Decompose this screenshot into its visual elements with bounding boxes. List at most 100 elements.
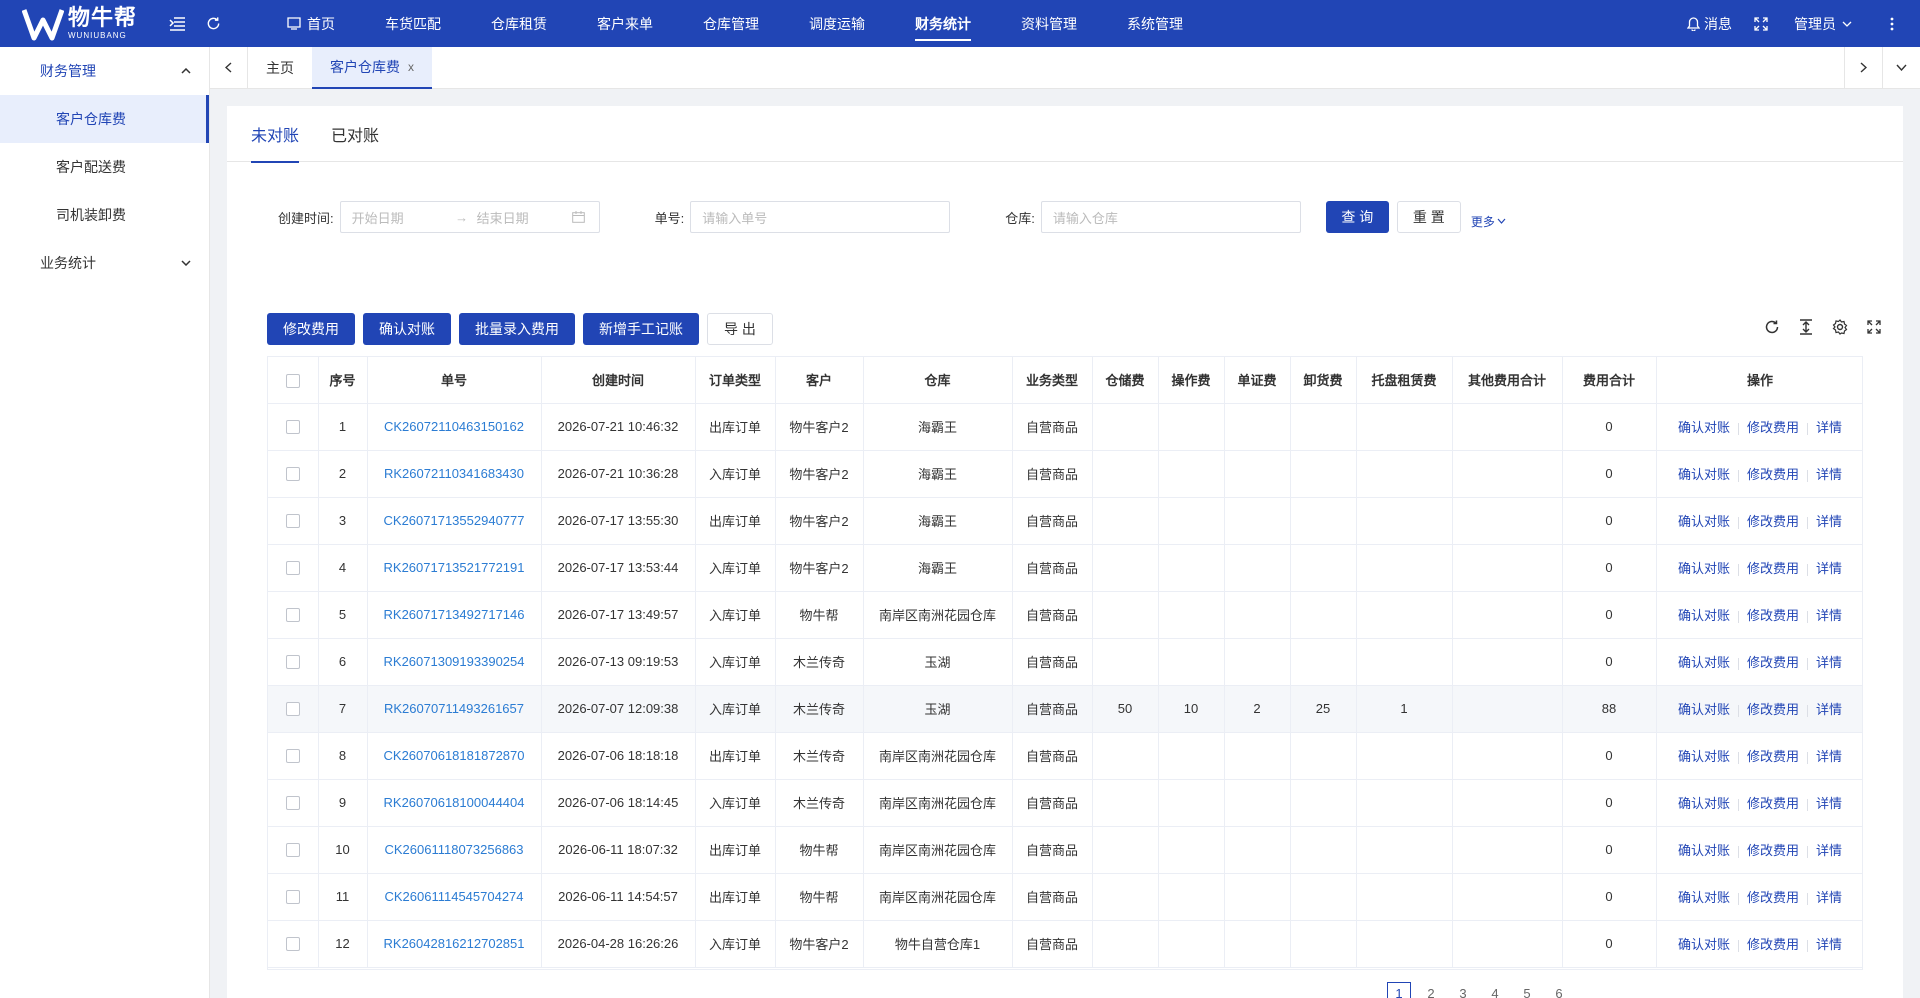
close-icon[interactable]: x xyxy=(408,60,414,74)
row-checkbox[interactable] xyxy=(285,702,300,717)
details-link[interactable]: 详情 xyxy=(1816,420,1842,435)
tab-reconciled[interactable]: 已对账 xyxy=(331,106,379,162)
warehouse-input[interactable]: 请输入仓库 xyxy=(1040,201,1301,233)
details-link[interactable]: 详情 xyxy=(1816,514,1842,529)
user-menu[interactable]: 管理员 xyxy=(1794,14,1856,34)
confirm-reconcile-link[interactable]: 确认对账 xyxy=(1678,655,1730,670)
confirm-reconcile-link[interactable]: 确认对账 xyxy=(1678,514,1730,529)
modify-fee-button[interactable]: 修改费用 xyxy=(267,313,355,345)
tab-home[interactable]: 主页 xyxy=(248,47,312,89)
messages-button[interactable]: 消息 xyxy=(1687,14,1732,34)
details-link[interactable]: 详情 xyxy=(1816,749,1842,764)
table-row[interactable]: 12 RK26042816212702851 2026-04-28 16:26:26… xyxy=(268,920,1862,968)
nav-item-7[interactable]: 资料管理 xyxy=(996,0,1102,47)
confirm-reconcile-link[interactable]: 确认对账 xyxy=(1678,796,1730,811)
row-checkbox[interactable] xyxy=(285,655,300,670)
sidebar-group-finance[interactable]: 财务管理 xyxy=(0,47,209,95)
nav-item-4[interactable]: 仓库管理 xyxy=(678,0,784,47)
page-number[interactable]: 2 xyxy=(1419,982,1443,998)
page-number[interactable]: 6 xyxy=(1547,982,1571,998)
row-checkbox[interactable] xyxy=(285,467,300,482)
modify-fee-link[interactable]: 修改费用 xyxy=(1747,655,1799,670)
order-no-link[interactable]: RK26070618100044404 xyxy=(384,795,525,810)
logo[interactable]: 物牛帮 WUNIUBANG xyxy=(0,0,150,47)
confirm-reconcile-link[interactable]: 确认对账 xyxy=(1678,420,1730,435)
more-vertical-icon[interactable] xyxy=(1890,17,1898,31)
modify-fee-link[interactable]: 修改费用 xyxy=(1747,843,1799,858)
modify-fee-link[interactable]: 修改费用 xyxy=(1747,561,1799,576)
collapse-menu-icon[interactable] xyxy=(168,15,186,33)
details-link[interactable]: 详情 xyxy=(1816,655,1842,670)
confirm-reconcile-link[interactable]: 确认对账 xyxy=(1678,702,1730,717)
start-date-input[interactable]: 开始日期 xyxy=(352,208,447,227)
date-range-picker[interactable]: 开始日期 → 结束日期 xyxy=(339,201,600,233)
row-checkbox[interactable] xyxy=(285,843,300,858)
details-link[interactable]: 详情 xyxy=(1816,937,1842,952)
modify-fee-link[interactable]: 修改费用 xyxy=(1747,420,1799,435)
table-row[interactable]: 5 RK26071713492717146 2026-07-17 13:49:57 入… xyxy=(268,591,1862,639)
tabs-dropdown-icon[interactable] xyxy=(1882,46,1920,89)
details-link[interactable]: 详情 xyxy=(1816,608,1842,623)
details-link[interactable]: 详情 xyxy=(1816,796,1842,811)
nav-item-6[interactable]: 财务统计 xyxy=(890,0,996,47)
add-manual-entry-button[interactable]: 新增手工记账 xyxy=(583,313,699,345)
modify-fee-link[interactable]: 修改费用 xyxy=(1747,467,1799,482)
order-no-link[interactable]: CK26061118073256863 xyxy=(384,842,523,857)
row-checkbox[interactable] xyxy=(285,420,300,435)
row-checkbox[interactable] xyxy=(285,749,300,764)
table-row[interactable]: 3 CK26071713552940777 2026-07-17 13:55:30 出… xyxy=(268,497,1862,545)
modify-fee-link[interactable]: 修改费用 xyxy=(1747,608,1799,623)
tab-unreconciled[interactable]: 未对账 xyxy=(251,106,300,163)
page-number[interactable]: 1 xyxy=(1387,982,1411,998)
batch-input-fee-button[interactable]: 批量录入费用 xyxy=(459,313,575,345)
export-button[interactable]: 导 出 xyxy=(707,313,773,345)
nav-item-1[interactable]: 车货匹配 xyxy=(360,0,466,47)
row-checkbox[interactable] xyxy=(285,937,300,952)
confirm-reconcile-link[interactable]: 确认对账 xyxy=(1678,467,1730,482)
page-number[interactable]: 4 xyxy=(1483,982,1507,998)
confirm-reconcile-link[interactable]: 确认对账 xyxy=(1678,890,1730,905)
modify-fee-link[interactable]: 修改费用 xyxy=(1747,514,1799,529)
column-height-icon[interactable] xyxy=(1797,318,1815,336)
sidebar-item-1[interactable]: 客户配送费 xyxy=(0,143,209,191)
details-link[interactable]: 详情 xyxy=(1816,843,1842,858)
order-no-link[interactable]: CK26072110463150162 xyxy=(384,419,524,434)
table-row[interactable]: 10 CK26061118073256863 2026-06-11 18:07:32… xyxy=(268,826,1862,874)
row-checkbox[interactable] xyxy=(285,890,300,905)
nav-item-2[interactable]: 仓库租赁 xyxy=(466,0,572,47)
order-no-link[interactable]: RK26071309193390254 xyxy=(384,654,525,669)
table-row[interactable]: 2 RK26072110341683430 2026-07-21 10:36:28 入… xyxy=(268,450,1862,498)
order-no-link[interactable]: RK26070711493261657 xyxy=(384,701,524,716)
table-row[interactable]: 7 RK26070711493261657 2026-07-07 12:09:38 入… xyxy=(268,685,1862,733)
nav-item-0[interactable]: 首页 xyxy=(262,0,360,47)
nav-item-5[interactable]: 调度运输 xyxy=(784,0,890,47)
modify-fee-link[interactable]: 修改费用 xyxy=(1747,796,1799,811)
page-number[interactable]: 5 xyxy=(1515,982,1539,998)
details-link[interactable]: 详情 xyxy=(1816,561,1842,576)
table-row[interactable]: 6 RK26071309193390254 2026-07-13 09:19:53 入… xyxy=(268,638,1862,686)
details-link[interactable]: 详情 xyxy=(1816,890,1842,905)
tab-customer-warehouse-fee[interactable]: 客户仓库费 x xyxy=(312,46,432,89)
order-no-link[interactable]: RK26072110341683430 xyxy=(384,466,524,481)
order-no-link[interactable]: CK26070618181872870 xyxy=(384,748,525,763)
sidebar-item-2[interactable]: 司机装卸费 xyxy=(0,191,209,239)
confirm-reconcile-button[interactable]: 确认对账 xyxy=(363,313,451,345)
modify-fee-link[interactable]: 修改费用 xyxy=(1747,937,1799,952)
details-link[interactable]: 详情 xyxy=(1816,467,1842,482)
order-no-link[interactable]: RK26042816212702851 xyxy=(384,936,525,951)
modify-fee-link[interactable]: 修改费用 xyxy=(1747,749,1799,764)
nav-item-8[interactable]: 系统管理 xyxy=(1102,0,1208,47)
details-link[interactable]: 详情 xyxy=(1816,702,1842,717)
table-row[interactable]: 9 RK26070618100044404 2026-07-06 18:14:45 入… xyxy=(268,779,1862,827)
order-no-link[interactable]: RK26071713521772191 xyxy=(384,560,525,575)
select-all-checkbox[interactable] xyxy=(285,373,300,388)
table-row[interactable]: 4 RK26071713521772191 2026-07-17 13:53:44 入… xyxy=(268,544,1862,592)
tabs-scroll-left-icon[interactable] xyxy=(210,46,248,89)
sidebar-item-0[interactable]: 客户仓库费 xyxy=(0,95,209,143)
settings-gear-icon[interactable] xyxy=(1831,318,1849,336)
fullscreen-icon[interactable] xyxy=(1754,16,1772,31)
query-button[interactable]: 查 询 xyxy=(1325,201,1389,233)
row-checkbox[interactable] xyxy=(285,561,300,576)
order-no-link[interactable]: CK26061114545704274 xyxy=(384,889,523,904)
table-row[interactable]: 8 CK26070618181872870 2026-07-06 18:18:18 出… xyxy=(268,732,1862,780)
